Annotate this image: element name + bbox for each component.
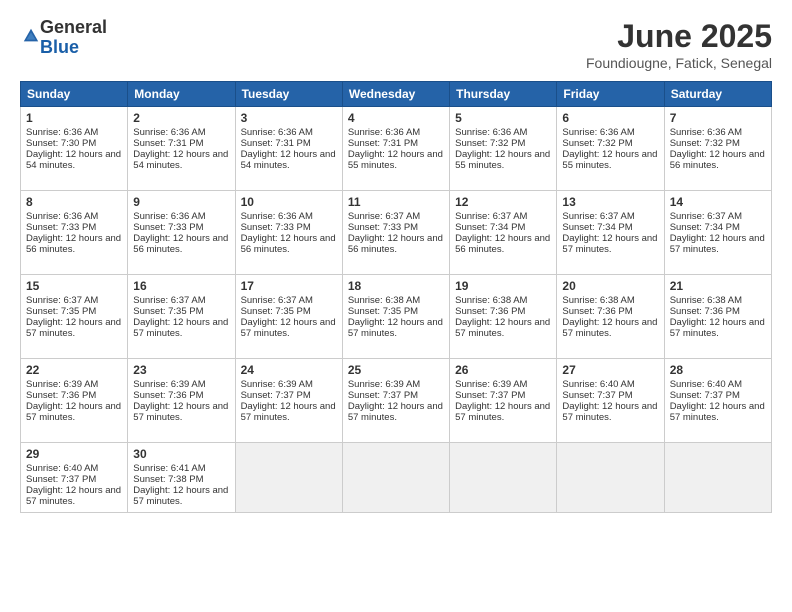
table-row: 22 Sunrise: 6:39 AMSunset: 7:36 PMDaylig… <box>21 359 772 443</box>
col-wednesday: Wednesday <box>342 82 449 107</box>
table-cell: 30 Sunrise: 6:41 AMSunset: 7:38 PMDaylig… <box>128 443 235 513</box>
table-cell: 26 Sunrise: 6:39 AMSunset: 7:37 PMDaylig… <box>450 359 557 443</box>
table-row: 15 Sunrise: 6:37 AMSunset: 7:35 PMDaylig… <box>21 275 772 359</box>
table-cell: 15 Sunrise: 6:37 AMSunset: 7:35 PMDaylig… <box>21 275 128 359</box>
table-cell: 14 Sunrise: 6:37 AMSunset: 7:34 PMDaylig… <box>664 191 771 275</box>
title-block: June 2025 Foundiougne, Fatick, Senegal <box>586 18 772 71</box>
header: General Blue June 2025 Foundiougne, Fati… <box>20 18 772 71</box>
table-cell: 25 Sunrise: 6:39 AMSunset: 7:37 PMDaylig… <box>342 359 449 443</box>
col-friday: Friday <box>557 82 664 107</box>
table-cell: 18 Sunrise: 6:38 AMSunset: 7:35 PMDaylig… <box>342 275 449 359</box>
table-cell: 10 Sunrise: 6:36 AMSunset: 7:33 PMDaylig… <box>235 191 342 275</box>
table-cell: 27 Sunrise: 6:40 AMSunset: 7:37 PMDaylig… <box>557 359 664 443</box>
col-sunday: Sunday <box>21 82 128 107</box>
table-row: 1 Sunrise: 6:36 AMSunset: 7:30 PMDayligh… <box>21 107 772 191</box>
table-row: 29 Sunrise: 6:40 AMSunset: 7:37 PMDaylig… <box>21 443 772 513</box>
table-cell-empty <box>342 443 449 513</box>
table-cell: 1 Sunrise: 6:36 AMSunset: 7:30 PMDayligh… <box>21 107 128 191</box>
month-title: June 2025 <box>586 18 772 55</box>
logo-blue: Blue <box>40 38 107 58</box>
logo-text: General Blue <box>40 18 107 58</box>
table-cell: 12 Sunrise: 6:37 AMSunset: 7:34 PMDaylig… <box>450 191 557 275</box>
location: Foundiougne, Fatick, Senegal <box>586 55 772 71</box>
table-cell: 8 Sunrise: 6:36 AMSunset: 7:33 PMDayligh… <box>21 191 128 275</box>
calendar-table: Sunday Monday Tuesday Wednesday Thursday… <box>20 81 772 513</box>
logo: General Blue <box>20 18 107 58</box>
table-cell: 9 Sunrise: 6:36 AMSunset: 7:33 PMDayligh… <box>128 191 235 275</box>
table-cell: 17 Sunrise: 6:37 AMSunset: 7:35 PMDaylig… <box>235 275 342 359</box>
table-cell: 24 Sunrise: 6:39 AMSunset: 7:37 PMDaylig… <box>235 359 342 443</box>
table-row: 8 Sunrise: 6:36 AMSunset: 7:33 PMDayligh… <box>21 191 772 275</box>
logo-general: General <box>40 18 107 38</box>
page: General Blue June 2025 Foundiougne, Fati… <box>0 0 792 523</box>
table-cell: 21 Sunrise: 6:38 AMSunset: 7:36 PMDaylig… <box>664 275 771 359</box>
table-cell-empty <box>235 443 342 513</box>
logo-icon <box>22 27 40 45</box>
table-cell: 3 Sunrise: 6:36 AMSunset: 7:31 PMDayligh… <box>235 107 342 191</box>
table-cell: 16 Sunrise: 6:37 AMSunset: 7:35 PMDaylig… <box>128 275 235 359</box>
table-cell-empty <box>664 443 771 513</box>
table-cell: 2 Sunrise: 6:36 AMSunset: 7:31 PMDayligh… <box>128 107 235 191</box>
table-cell: 13 Sunrise: 6:37 AMSunset: 7:34 PMDaylig… <box>557 191 664 275</box>
table-cell: 5 Sunrise: 6:36 AMSunset: 7:32 PMDayligh… <box>450 107 557 191</box>
table-cell: 22 Sunrise: 6:39 AMSunset: 7:36 PMDaylig… <box>21 359 128 443</box>
col-tuesday: Tuesday <box>235 82 342 107</box>
table-cell: 29 Sunrise: 6:40 AMSunset: 7:37 PMDaylig… <box>21 443 128 513</box>
table-cell: 28 Sunrise: 6:40 AMSunset: 7:37 PMDaylig… <box>664 359 771 443</box>
calendar-header-row: Sunday Monday Tuesday Wednesday Thursday… <box>21 82 772 107</box>
col-thursday: Thursday <box>450 82 557 107</box>
table-cell: 7 Sunrise: 6:36 AMSunset: 7:32 PMDayligh… <box>664 107 771 191</box>
table-cell: 6 Sunrise: 6:36 AMSunset: 7:32 PMDayligh… <box>557 107 664 191</box>
table-cell: 23 Sunrise: 6:39 AMSunset: 7:36 PMDaylig… <box>128 359 235 443</box>
col-monday: Monday <box>128 82 235 107</box>
table-cell: 20 Sunrise: 6:38 AMSunset: 7:36 PMDaylig… <box>557 275 664 359</box>
table-cell-empty <box>450 443 557 513</box>
table-cell: 19 Sunrise: 6:38 AMSunset: 7:36 PMDaylig… <box>450 275 557 359</box>
table-cell: 11 Sunrise: 6:37 AMSunset: 7:33 PMDaylig… <box>342 191 449 275</box>
table-cell: 4 Sunrise: 6:36 AMSunset: 7:31 PMDayligh… <box>342 107 449 191</box>
table-cell-empty <box>557 443 664 513</box>
col-saturday: Saturday <box>664 82 771 107</box>
